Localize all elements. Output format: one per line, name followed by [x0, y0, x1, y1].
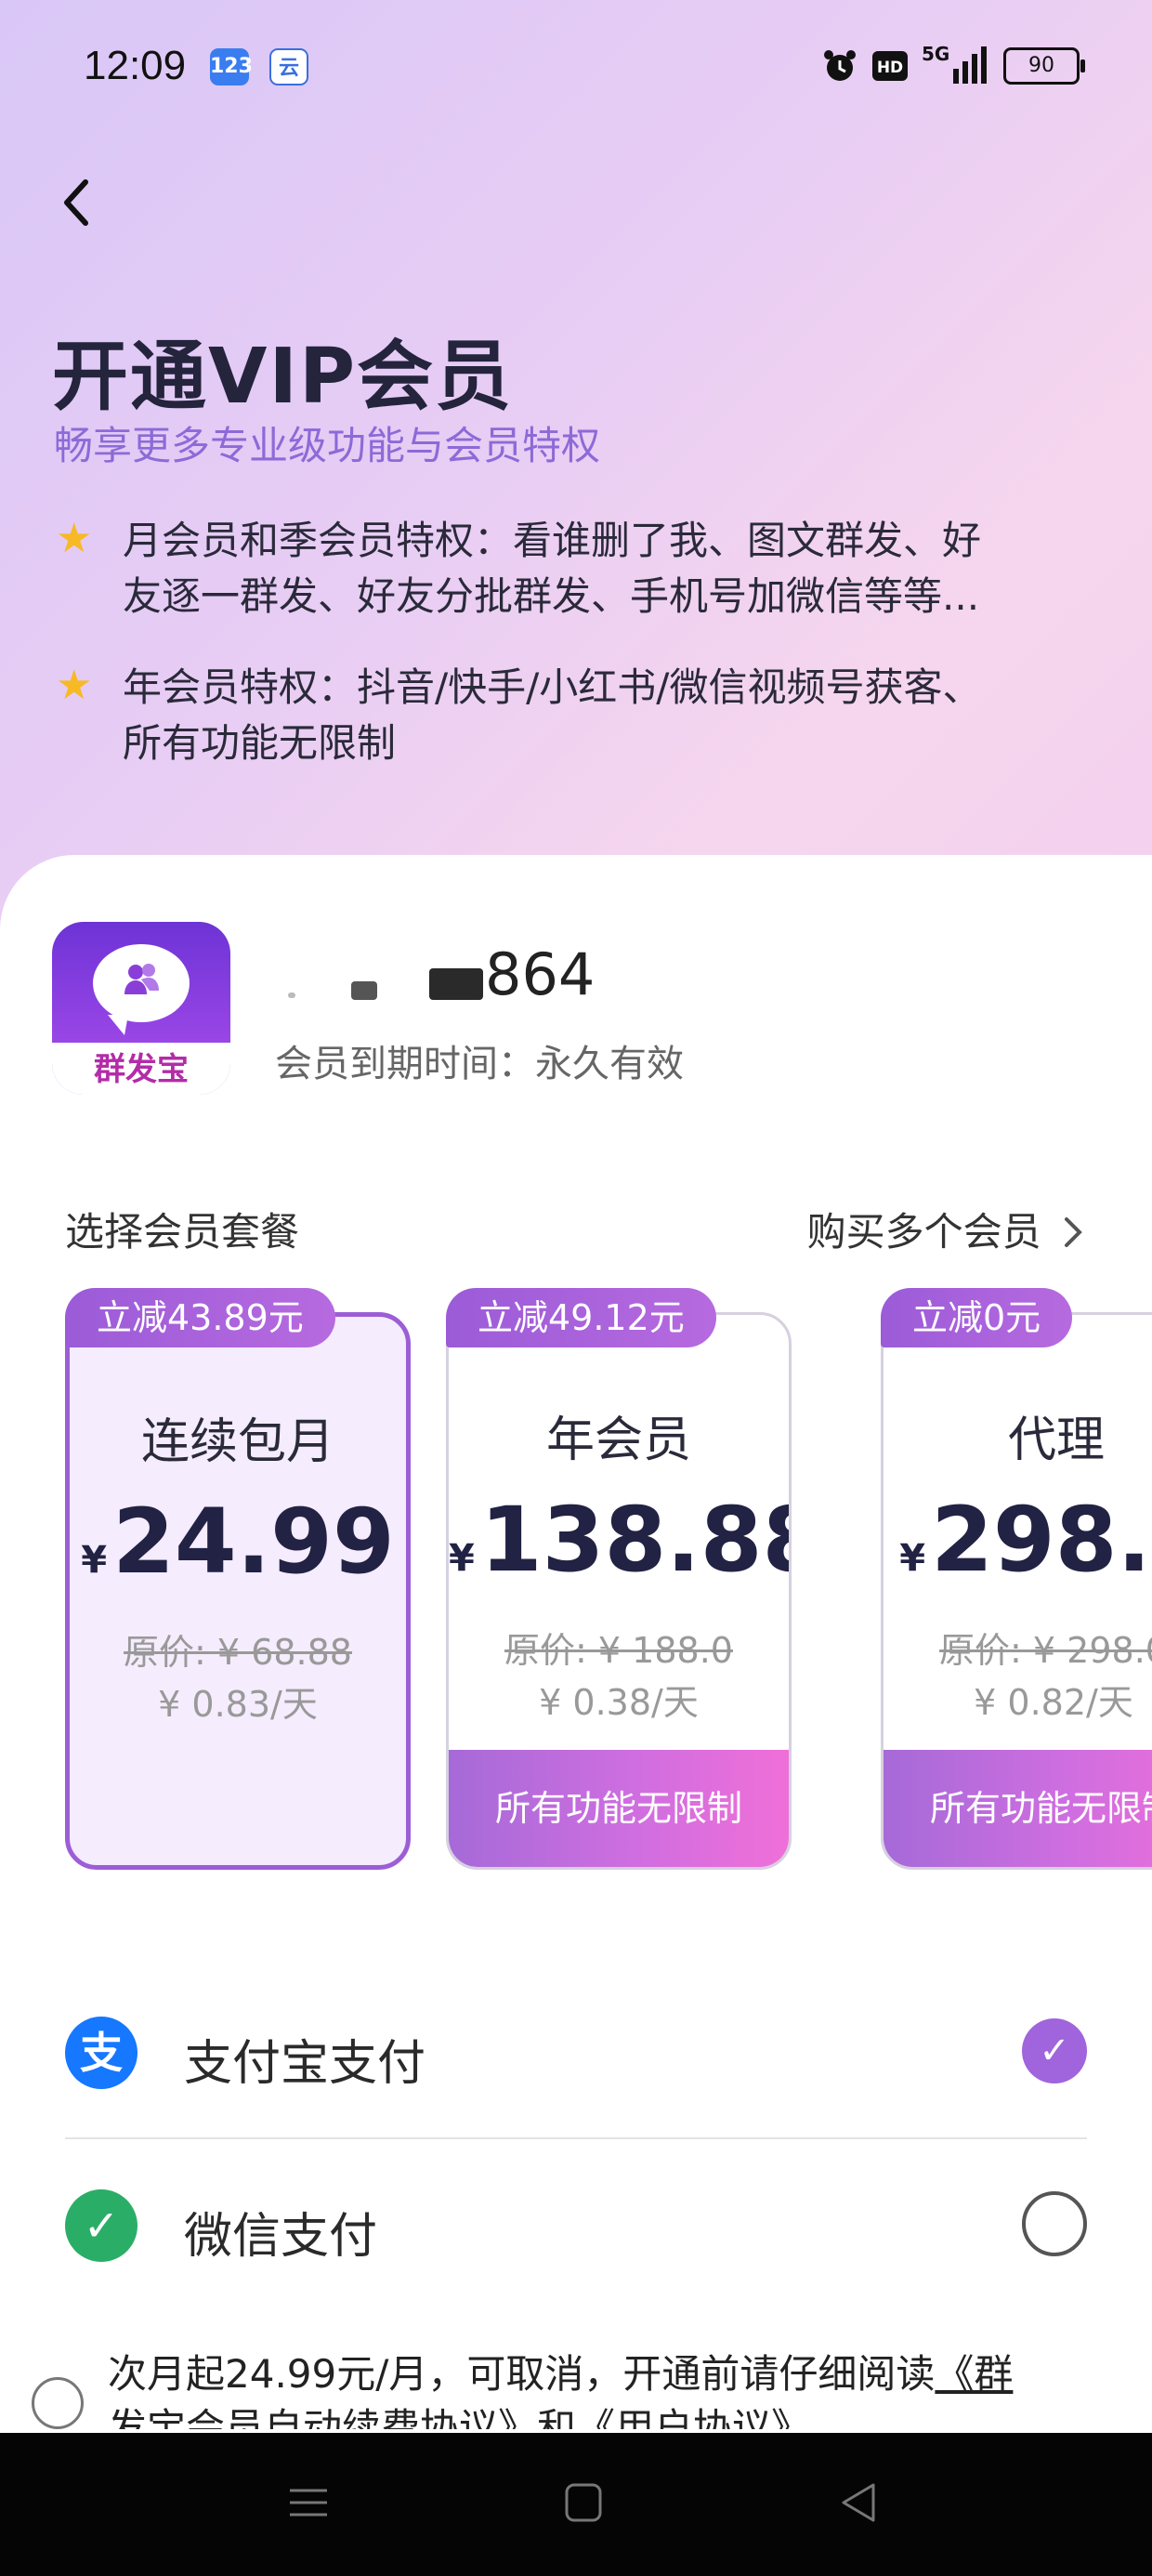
- app-123-icon: 123: [210, 48, 253, 85]
- agreement-checkbox[interactable]: [32, 2377, 84, 2429]
- status-time: 12:09: [84, 43, 187, 88]
- page-title: 开通VIP会员: [52, 333, 514, 421]
- plan-card-agent[interactable]: 代理 ¥298.0 原价: ¥ 298.0 ¥ 0.82/天 所有功能无限制: [881, 1312, 1152, 1870]
- plan-name: 连续包月: [140, 1414, 334, 1470]
- app-logo: 群发宝: [52, 922, 230, 1095]
- original-price: 原价: ¥ 298.0: [939, 1630, 1152, 1671]
- price-value: 24.99: [112, 1490, 395, 1594]
- home-icon[interactable]: [556, 2479, 611, 2526]
- plan-card-monthly[interactable]: 连续包月 ¥24.99 原价: ¥ 68.88 ¥ 0.83/天: [65, 1312, 411, 1870]
- redaction-mask: [351, 981, 377, 1000]
- plan-price: ¥138.88: [449, 1488, 789, 1592]
- redaction-mask: [288, 992, 295, 998]
- discount-badge: 立减49.12元: [446, 1288, 716, 1347]
- agreement-line: 次月起24.99元/月，可取消，开通前请仔细阅读: [108, 2351, 936, 2397]
- buy-multiple-link[interactable]: 购买多个会员: [807, 1201, 1085, 1257]
- plan-card-yearly[interactable]: 年会员 ¥138.88 原价: ¥ 188.0 ¥ 0.38/天 所有功能无限制: [446, 1312, 792, 1870]
- agreement-text: 次月起24.99元/月，可取消，开通前请仔细阅读《群 发宝会员自动续费协议》和《…: [108, 2347, 1152, 2429]
- perk-text: 所有功能无限制: [123, 720, 397, 766]
- status-bar: 12:09 123 云 HD 5G 90: [0, 0, 1152, 139]
- page-subtitle: 畅享更多专业级功能与会员特权: [54, 423, 601, 468]
- alipay-icon: 支: [65, 2017, 137, 2089]
- svg-text:HD: HD: [877, 59, 903, 77]
- plan-section-title: 选择会员套餐: [65, 1209, 300, 1255]
- menu-icon[interactable]: [281, 2479, 336, 2526]
- original-price: 原价: ¥ 188.0: [504, 1630, 733, 1671]
- chevron-right-icon: [1065, 1217, 1082, 1247]
- currency-symbol: ¥: [449, 1537, 475, 1580]
- plan-feature-banner: 所有功能无限制: [884, 1750, 1152, 1867]
- status-icons: HD 5G 90: [821, 43, 1085, 85]
- radio-unchecked[interactable]: [1022, 2191, 1087, 2256]
- payment-label: 微信支付: [184, 2209, 378, 2265]
- redaction-mask: [429, 968, 483, 1000]
- alarm-icon: [824, 50, 856, 81]
- buy-multiple-label: 购买多个会员: [806, 1209, 1041, 1255]
- price-value: 138.88: [479, 1488, 792, 1592]
- discount-badge: 立减0元: [881, 1288, 1073, 1347]
- user-id-suffix: 864: [485, 940, 596, 1008]
- original-price: 原价: ¥ 68.88: [124, 1632, 352, 1673]
- plan-name: 代理: [1007, 1413, 1105, 1468]
- signal-icon: 5G: [922, 43, 990, 85]
- back-triangle-icon[interactable]: [831, 2479, 886, 2526]
- cloud-app-icon: 云: [269, 48, 308, 85]
- plan-price: ¥24.99: [70, 1490, 406, 1594]
- system-nav-bar: [0, 2433, 1152, 2576]
- perk-monthly: ★ 月会员和季会员特权：看谁删了我、图文群发、好 友逐一群发、好友分批群发、手机…: [56, 513, 1096, 624]
- radio-checked[interactable]: ✓: [1022, 2018, 1087, 2083]
- currency-symbol: ¥: [899, 1537, 926, 1580]
- agreement-link[interactable]: 《群: [935, 2351, 1013, 2397]
- per-day-price: ¥ 0.82/天: [974, 1682, 1133, 1723]
- users-icon: [124, 964, 159, 994]
- hd-icon: HD: [872, 51, 908, 81]
- agreement-line[interactable]: 发宝会员自动续费协议》和《用户协议》: [108, 2401, 1152, 2429]
- discount-badge: 立减43.89元: [65, 1288, 335, 1347]
- chevron-left-icon: [64, 179, 88, 226]
- payment-option-wechat[interactable]: ✓ 微信支付: [65, 2171, 1087, 2282]
- price-value: 298.0: [931, 1488, 1152, 1592]
- perk-text: 年会员特权：抖音/快手/小红书/微信视频号获客、: [123, 664, 982, 710]
- payment-label: 支付宝支付: [184, 2036, 426, 2092]
- plan-feature-banner: 所有功能无限制: [449, 1750, 789, 1867]
- wechat-pay-icon: ✓: [65, 2189, 137, 2262]
- payment-option-alipay[interactable]: 支 支付宝支付 ✓: [65, 1998, 1087, 2109]
- per-day-price: ¥ 0.38/天: [539, 1682, 699, 1723]
- perk-text: 友逐一群发、好友分批群发、手机号加微信等等...: [123, 573, 980, 619]
- perk-yearly: ★ 年会员特权：抖音/快手/小红书/微信视频号获客、 所有功能无限制: [56, 660, 1096, 771]
- divider: [65, 2137, 1087, 2139]
- per-day-price: ¥ 0.83/天: [158, 1684, 318, 1725]
- perk-text: 月会员和季会员特权：看谁删了我、图文群发、好: [123, 518, 982, 563]
- plan-price: ¥298.0: [884, 1488, 1152, 1592]
- star-icon: ★: [56, 662, 93, 709]
- star-icon: ★: [56, 515, 93, 562]
- battery-icon: 90: [1003, 47, 1085, 85]
- back-button[interactable]: [56, 175, 98, 230]
- app-logo-label: 群发宝: [52, 1043, 230, 1095]
- membership-expiry: 会员到期时间：永久有效: [275, 1043, 684, 1085]
- plan-name: 年会员: [545, 1413, 691, 1468]
- currency-symbol: ¥: [81, 1539, 108, 1582]
- plan-card-clip: 代理 ¥298.0 原价: ¥ 298.0 ¥ 0.82/天 所有功能无限制 立…: [881, 1282, 1152, 1877]
